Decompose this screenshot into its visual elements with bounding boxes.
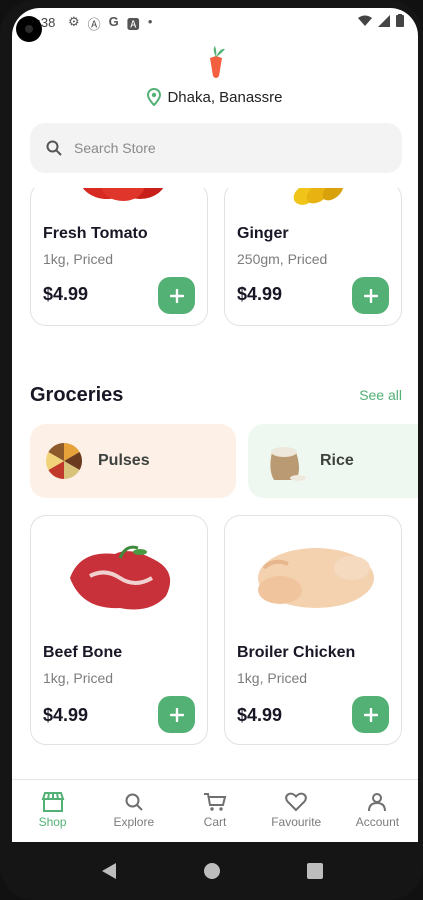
g-icon: G [108, 14, 119, 29]
recents-icon[interactable] [306, 863, 323, 879]
location-pin-icon [147, 88, 162, 106]
product-subtitle: 250gm, Priced [237, 251, 328, 267]
gear-icon: ⚙ [68, 14, 80, 29]
search-input[interactable] [74, 140, 364, 156]
category-label: Pulses [98, 452, 150, 469]
phone-frame: 2:38 ⚙ Ⓐ G 🅰 • Dhaka, Banassre Search St… [0, 0, 423, 900]
nav-label: Explore [113, 815, 155, 829]
nav-item-explore[interactable]: Explore [93, 780, 174, 842]
front-camera [16, 16, 42, 42]
app-screen: 2:38 ⚙ Ⓐ G 🅰 • Dhaka, Banassre Search St… [12, 8, 418, 842]
status-notifications: ⚙ Ⓐ G 🅰 • [68, 14, 152, 33]
nav-item-shop[interactable]: Shop [12, 780, 93, 842]
section-title-groceries: Groceries [30, 384, 124, 406]
signal-icon [378, 14, 390, 27]
search-icon [46, 140, 62, 156]
nav-label: Cart [203, 815, 227, 829]
product-price: $4.99 [237, 284, 283, 304]
cart-icon [204, 793, 227, 811]
plus-icon [363, 707, 378, 722]
add-to-cart-button[interactable] [158, 696, 195, 733]
plus-icon [169, 707, 184, 722]
battery-icon [396, 14, 404, 27]
location-selector[interactable]: Dhaka, Banassre [12, 88, 418, 106]
home-icon[interactable] [203, 862, 221, 880]
plus-icon [169, 288, 184, 303]
ginger-image [225, 188, 403, 213]
carrot-logo-icon [210, 46, 225, 78]
product-price: $4.99 [43, 705, 89, 725]
product-subtitle: 1kg, Priced [43, 670, 114, 686]
pulses-icon [45, 443, 83, 479]
product-card[interactable]: Ginger 250gm, Priced $4.99 [224, 188, 402, 326]
dot-icon: • [147, 14, 153, 29]
nav-item-cart[interactable]: Cart [174, 780, 255, 842]
location-label: Dhaka, Banassre [167, 88, 283, 106]
bottom-navigation: Shop Explore Cart Favourite Account [12, 779, 418, 842]
search-bar[interactable] [30, 123, 402, 173]
nav-item-account[interactable]: Account [337, 780, 418, 842]
search-icon [125, 793, 143, 811]
nav-label: Favourite [271, 815, 322, 829]
product-subtitle: 1kg, Priced [237, 670, 308, 686]
broiler-chicken-image [225, 538, 403, 616]
user-icon [368, 793, 387, 812]
add-to-cart-button[interactable] [158, 277, 195, 314]
nav-label: Account [355, 815, 400, 829]
product-card[interactable]: Beef Bone 1kg, Priced $4.99 [30, 515, 208, 745]
add-to-cart-button[interactable] [352, 277, 389, 314]
a-square-icon: 🅰 [126, 17, 140, 32]
category-pulses[interactable]: Pulses [30, 424, 236, 498]
product-price: $4.99 [237, 705, 283, 725]
rice-sack-icon [270, 447, 306, 481]
product-name: Ginger [237, 225, 289, 242]
product-price: $4.99 [43, 284, 89, 304]
heart-icon [285, 792, 308, 812]
plus-icon [363, 288, 378, 303]
store-icon [41, 792, 64, 812]
category-label: Rice [320, 452, 354, 469]
status-system-icons [358, 14, 404, 27]
tomato-image [31, 188, 209, 209]
product-name: Fresh Tomato [43, 225, 148, 242]
system-navigation-bar [0, 842, 423, 900]
a-circle-icon: Ⓐ [87, 17, 101, 32]
shop-content[interactable]: Fresh Tomato 1kg, Priced $4.99 Ginger 25… [12, 188, 418, 778]
product-subtitle: 1kg, Priced [43, 251, 114, 267]
status-bar: 2:38 ⚙ Ⓐ G 🅰 • [12, 8, 418, 36]
product-card[interactable]: Fresh Tomato 1kg, Priced $4.99 [30, 188, 208, 326]
beef-bone-image [31, 538, 209, 616]
product-name: Broiler Chicken [237, 644, 356, 661]
add-to-cart-button[interactable] [352, 696, 389, 733]
product-name: Beef Bone [43, 644, 123, 661]
wifi-icon [358, 15, 372, 26]
see-all-link[interactable]: See all [359, 387, 402, 403]
product-card[interactable]: Broiler Chicken 1kg, Priced $4.99 [224, 515, 402, 745]
category-rice[interactable]: Rice [248, 424, 418, 498]
nav-item-favourite[interactable]: Favourite [256, 780, 337, 842]
nav-label: Shop [38, 815, 67, 829]
back-icon[interactable] [101, 862, 117, 880]
